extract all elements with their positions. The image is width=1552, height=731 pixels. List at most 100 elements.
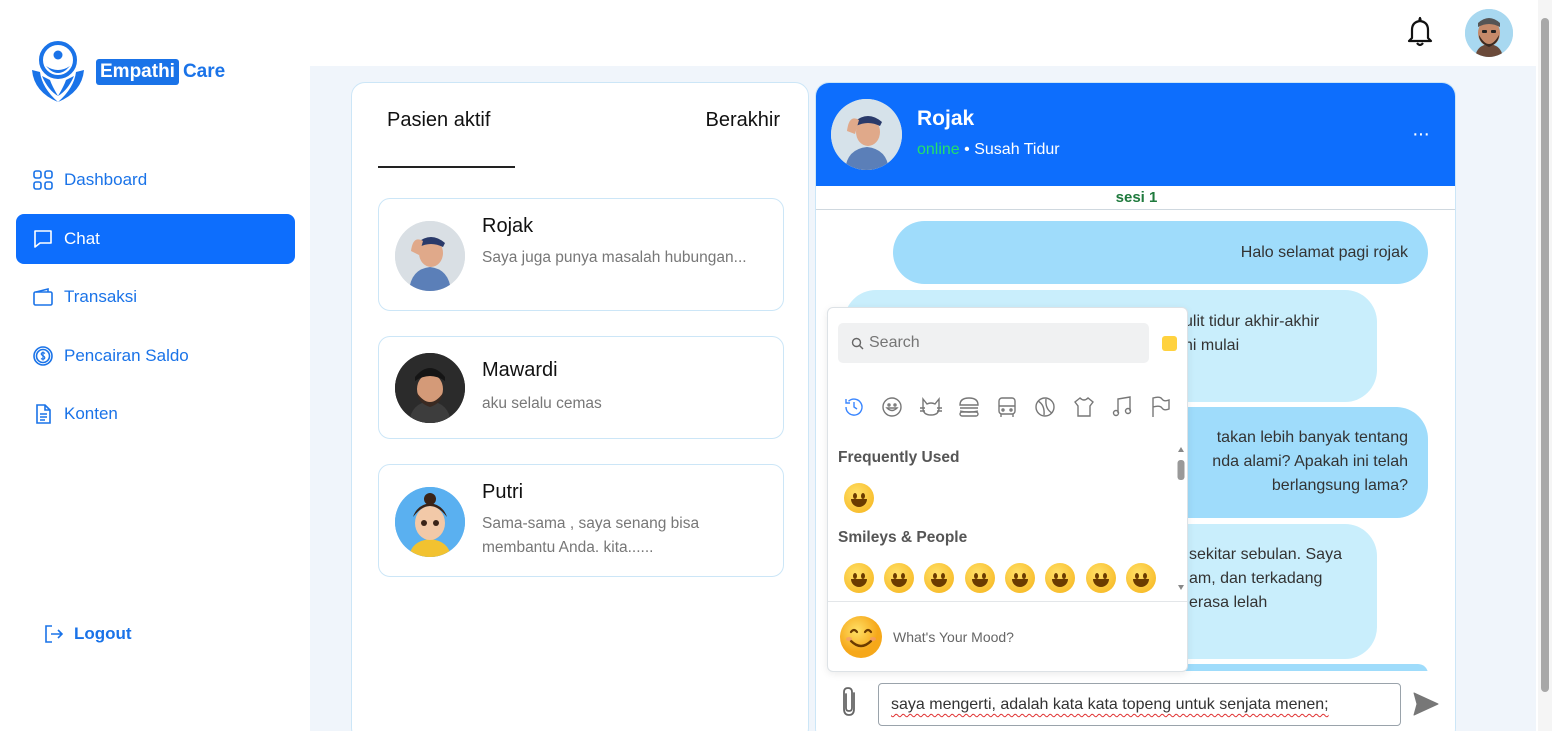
- bell-icon[interactable]: [1405, 16, 1435, 48]
- smile-icon: [840, 616, 882, 658]
- message-text: am, dan terkadang: [1189, 570, 1323, 587]
- emoji-grinning-face[interactable]: [844, 563, 874, 600]
- emoji-rofl-face[interactable]: [1086, 563, 1116, 600]
- emoji-categories: [842, 395, 1172, 421]
- dollar-coin-icon: [33, 345, 53, 366]
- sidebar-item-pencairan-saldo[interactable]: Pencairan Saldo: [16, 331, 295, 381]
- patient-last-message: Sama-sama , saya senang bisa membantu An…: [482, 515, 700, 556]
- shirt-icon[interactable]: [1072, 395, 1096, 419]
- emoji-sweat-smile-face[interactable]: [1045, 563, 1075, 600]
- page-scrollbar-thumb[interactable]: [1541, 18, 1549, 692]
- emoji-smile-face[interactable]: [924, 563, 954, 600]
- logout-label: Logout: [74, 624, 132, 643]
- sidebar-item-label: Transaksi: [64, 287, 138, 306]
- mood-label: What's Your Mood?: [893, 629, 1014, 645]
- message-text: nda alami? Apakah ini telah: [1212, 453, 1408, 470]
- cat-icon[interactable]: [919, 395, 943, 419]
- patient-name: Rojak: [482, 215, 534, 237]
- avatar: [395, 487, 465, 557]
- sidebar-item-transaksi[interactable]: Transaksi: [16, 272, 295, 322]
- tab-ended[interactable]: Berakhir: [706, 109, 780, 132]
- emoji-smiley-face[interactable]: [884, 563, 914, 600]
- patient-tabs: Pasien aktif Berakhir: [378, 109, 788, 168]
- tab-active-patients[interactable]: Pasien aktif: [387, 109, 490, 142]
- sidebar-item-label: Pencairan Saldo: [64, 345, 189, 365]
- chat-contact-name: Rojak: [917, 107, 975, 130]
- sidebar: Empathi Care Dashboard Chat Transaksi Pe…: [0, 0, 310, 731]
- sidebar-item-label: Chat: [64, 228, 100, 248]
- sidebar-nav: Dashboard Chat Transaksi Pencairan Saldo: [16, 155, 295, 448]
- status-separator: •: [964, 141, 970, 158]
- emoji-grinning-face[interactable]: [844, 483, 874, 520]
- paperclip-icon[interactable]: [838, 685, 862, 719]
- emoji-beaming-face[interactable]: [965, 563, 995, 600]
- frequently-used-title: Frequently Used: [838, 449, 960, 466]
- logout-icon: [45, 625, 64, 643]
- skin-tone-picker[interactable]: [1162, 336, 1177, 351]
- smiley-icon[interactable]: [880, 395, 904, 419]
- patient-last-message: aku selalu cemas: [482, 395, 602, 412]
- bus-icon[interactable]: [995, 395, 1019, 419]
- message-text: ulit tidur akhir-akhir: [1184, 313, 1320, 330]
- logo-text-part2: Care: [182, 61, 226, 82]
- patient-name: Putri: [482, 481, 524, 503]
- message-text: sekitar sebulan. Saya: [1189, 546, 1342, 563]
- smileys-people-title: Smileys & People: [838, 529, 968, 546]
- document-icon: [36, 404, 51, 424]
- message-out: takan lebih banyak tentang nda alami? Ap…: [1146, 407, 1428, 518]
- session-label: sesi 1: [816, 186, 1455, 210]
- logo-icon: [32, 41, 84, 102]
- emoji-joy-face[interactable]: [1126, 563, 1156, 600]
- ball-icon[interactable]: [1033, 395, 1057, 419]
- patient-card-rojak[interactable]: Rojak Saya juga punya masalah hubungan..…: [378, 198, 784, 311]
- sidebar-item-chat[interactable]: Chat: [16, 213, 295, 264]
- user-avatar[interactable]: [1465, 9, 1513, 57]
- online-status: online: [917, 141, 960, 158]
- sidebar-item-konten[interactable]: Konten: [16, 389, 295, 439]
- chat-avatar: [831, 99, 902, 170]
- user-avatar-image: [1465, 9, 1513, 57]
- sidebar-item-label: Konten: [64, 404, 118, 423]
- patient-last-message: Saya juga punya masalah hubungan...: [482, 249, 747, 266]
- message-text: takan lebih banyak tentang: [1216, 429, 1408, 446]
- burger-icon[interactable]: [957, 395, 981, 419]
- message-text: ni mulai: [1184, 337, 1240, 354]
- patient-card-putri[interactable]: Putri Sama-sama , saya senang bisa memba…: [378, 464, 784, 577]
- avatar: [395, 221, 465, 291]
- emoji-picker: Frequently Used Smileys & People What's …: [827, 307, 1188, 672]
- chat-header: Rojak online • Susah Tidur ···: [816, 83, 1455, 186]
- message-composer: saya mengerti, adalah kata kata topeng u…: [816, 671, 1455, 731]
- sidebar-item-dashboard[interactable]: Dashboard: [16, 155, 295, 205]
- message-text: Halo selamat pagi rojak: [1240, 244, 1408, 261]
- logo-text-part1: Empathi: [96, 59, 179, 85]
- wallet-icon: [33, 287, 53, 306]
- patients-panel: Pasien aktif Berakhir Rojak Saya juga pu…: [351, 82, 809, 731]
- emoji-search-input[interactable]: [838, 323, 1149, 363]
- message-out: Halo selamat pagi rojak: [893, 221, 1428, 284]
- search-icon: [851, 337, 864, 350]
- sidebar-item-label: Dashboard: [64, 170, 148, 189]
- emoji-squinting-face[interactable]: [1005, 563, 1035, 600]
- recent-icon[interactable]: [842, 395, 866, 419]
- message-text: erasa lelah: [1189, 594, 1268, 611]
- grid-icon: [33, 170, 53, 190]
- avatar: [395, 353, 465, 423]
- chat-icon: [34, 229, 52, 248]
- patient-card-mawardi[interactable]: Mawardi aku selalu cemas: [378, 336, 784, 439]
- page-scrollbar[interactable]: [1538, 0, 1552, 731]
- logo[interactable]: Empathi Care: [28, 40, 225, 104]
- chat-topic: Susah Tidur: [974, 141, 1060, 158]
- message-input[interactable]: saya mengerti, adalah kata kata topeng u…: [878, 683, 1401, 726]
- chat-contact-status: online • Susah Tidur: [917, 141, 1060, 159]
- emoji-scrollbar[interactable]: [1177, 446, 1185, 591]
- music-icon[interactable]: [1110, 395, 1134, 419]
- emoji-preview: What's Your Mood?: [828, 601, 1187, 672]
- send-icon[interactable]: [1412, 691, 1440, 717]
- patient-name: Mawardi: [482, 359, 558, 381]
- message-text: berlangsung lama?: [1271, 477, 1408, 494]
- flag-icon[interactable]: [1148, 395, 1172, 419]
- tab-underline: [378, 166, 515, 168]
- logo-text: Empathi Care: [96, 59, 225, 85]
- logout-button[interactable]: Logout: [42, 622, 132, 646]
- more-options-icon[interactable]: ···: [1412, 123, 1430, 146]
